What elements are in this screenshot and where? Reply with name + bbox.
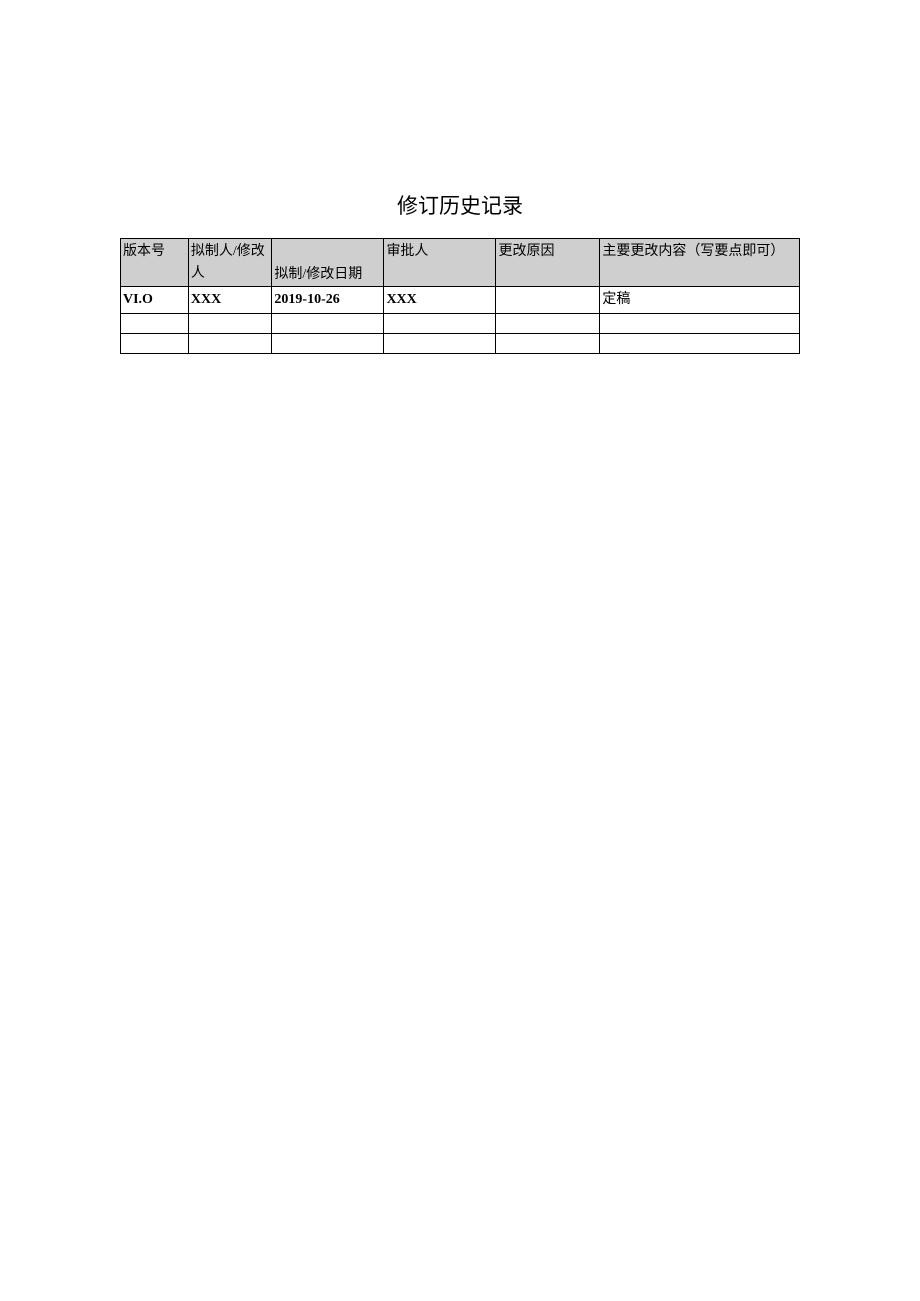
cell-reason [496, 334, 600, 354]
header-row: 版本号 拟制人/修改人 拟制/修改日期 审批人 更改原因 主要更改内容（写要点即… [121, 239, 800, 287]
header-approver: 审批人 [384, 239, 496, 287]
table-body: VI.O XXX 2019-10-26 XXX 定稿 [121, 287, 800, 354]
cell-author: XXX [188, 287, 272, 314]
header-content: 主要更改内容（写要点即可） [600, 239, 800, 287]
cell-date [272, 314, 384, 334]
cell-reason [496, 287, 600, 314]
cell-reason [496, 314, 600, 334]
cell-approver [384, 334, 496, 354]
header-author: 拟制人/修改人 [188, 239, 272, 287]
cell-author [188, 314, 272, 334]
header-date: 拟制/修改日期 [272, 239, 384, 287]
cell-date [272, 334, 384, 354]
table-header: 版本号 拟制人/修改人 拟制/修改日期 审批人 更改原因 主要更改内容（写要点即… [121, 239, 800, 287]
cell-author [188, 334, 272, 354]
cell-content [600, 334, 800, 354]
cell-content [600, 314, 800, 334]
cell-date: 2019-10-26 [272, 287, 384, 314]
document-container: 修订历史记录 版本号 拟制人/修改人 拟制/修改日期 审批人 更改原因 主要更改… [120, 190, 800, 354]
cell-approver: XXX [384, 287, 496, 314]
table-row [121, 314, 800, 334]
cell-approver [384, 314, 496, 334]
header-reason: 更改原因 [496, 239, 600, 287]
cell-version: VI.O [121, 287, 189, 314]
header-version: 版本号 [121, 239, 189, 287]
cell-version [121, 334, 189, 354]
table-row [121, 334, 800, 354]
page-title: 修订历史记录 [120, 190, 800, 220]
cell-content: 定稿 [600, 287, 800, 314]
revision-history-table: 版本号 拟制人/修改人 拟制/修改日期 审批人 更改原因 主要更改内容（写要点即… [120, 238, 800, 354]
cell-version [121, 314, 189, 334]
table-row: VI.O XXX 2019-10-26 XXX 定稿 [121, 287, 800, 314]
